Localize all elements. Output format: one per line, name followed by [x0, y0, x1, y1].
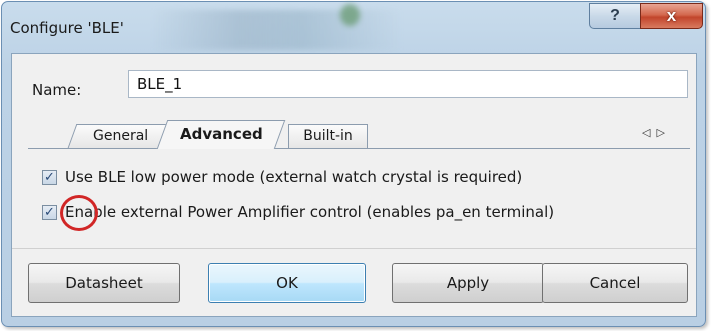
window-title: Configure 'BLE'	[10, 19, 124, 37]
power-amplifier-label: Enable external Power Amplifier control …	[65, 203, 555, 221]
dialog-body: Name: General Advanced Built-in ◁▷ ✓ Use…	[11, 53, 697, 317]
title-bar[interactable]: Configure 'BLE' ? x	[2, 2, 705, 54]
low-power-mode-option[interactable]: ✓ Use BLE low power mode (external watch…	[42, 168, 522, 186]
red-highlight-circle	[60, 195, 98, 231]
name-input[interactable]	[128, 70, 688, 98]
button-bar: Datasheet OK Apply Cancel	[12, 248, 696, 317]
advanced-tab-panel: ✓ Use BLE low power mode (external watch…	[28, 148, 690, 244]
checkmark-icon: ✓	[44, 204, 55, 220]
checkmark-icon: ✓	[44, 169, 55, 185]
apply-button[interactable]: Apply	[392, 263, 544, 303]
tab-built-in[interactable]: Built-in	[288, 124, 368, 148]
tab-scroll-arrows: ◁▷	[642, 126, 671, 139]
help-button[interactable]: ?	[589, 3, 641, 29]
tab-built-in-label: Built-in	[303, 128, 353, 144]
cancel-button[interactable]: Cancel	[542, 263, 688, 303]
tab-advanced[interactable]: Advanced	[156, 120, 286, 149]
scroll-right-icon[interactable]: ▷	[656, 127, 670, 139]
datasheet-button[interactable]: Datasheet	[28, 263, 180, 303]
scroll-left-icon[interactable]: ◁	[642, 127, 656, 139]
low-power-mode-checkbox[interactable]: ✓	[42, 169, 57, 185]
power-amplifier-checkbox[interactable]: ✓	[42, 204, 57, 220]
ok-button[interactable]: OK	[208, 263, 366, 303]
close-icon: x	[666, 6, 677, 25]
close-button[interactable]: x	[640, 3, 703, 29]
help-icon: ?	[610, 7, 620, 24]
name-label: Name:	[32, 81, 82, 99]
low-power-mode-label: Use BLE low power mode (external watch c…	[65, 168, 523, 186]
power-amplifier-option[interactable]: ✓ Enable external Power Amplifier contro…	[42, 203, 554, 221]
background-blur-spot	[340, 4, 360, 26]
dialog-window: Configure 'BLE' ? x Name: General Advanc…	[1, 1, 706, 327]
tab-advanced-label: Advanced	[179, 125, 263, 143]
background-blur	[152, 10, 402, 50]
tab-general-label: General	[93, 128, 149, 144]
